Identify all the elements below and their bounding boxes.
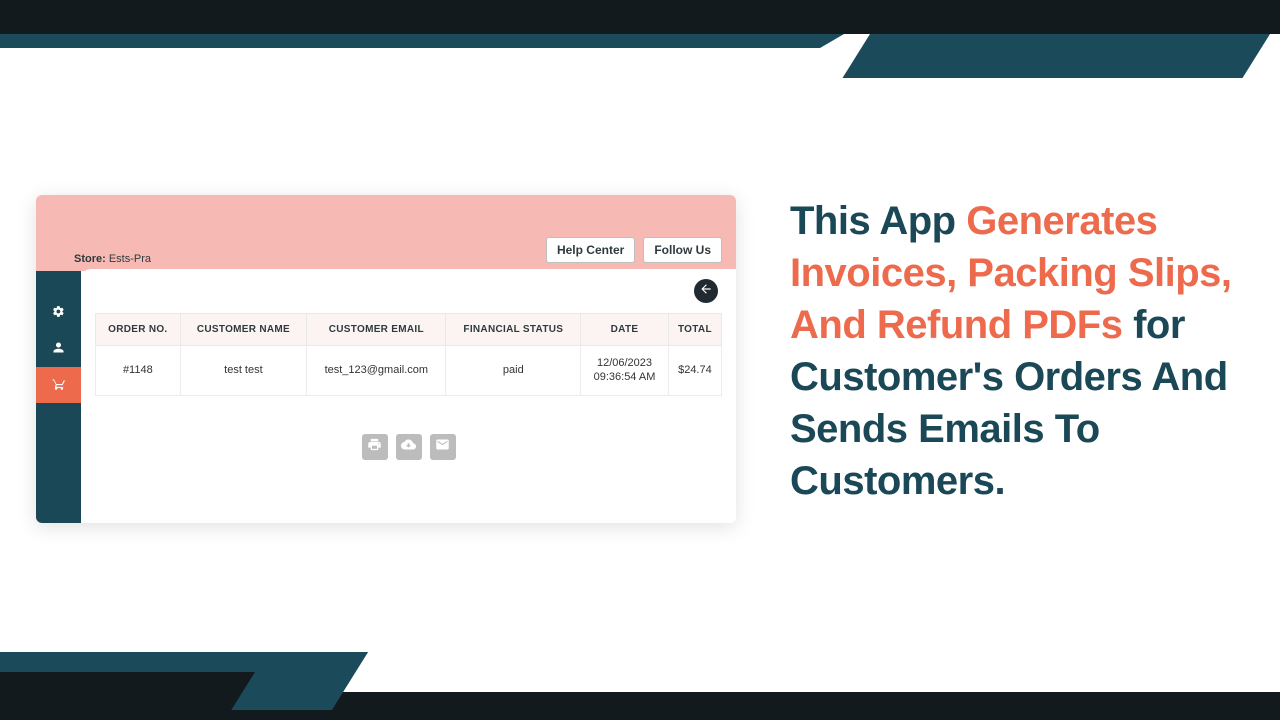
cell-financial-status: paid — [446, 346, 581, 396]
email-button[interactable] — [430, 434, 456, 460]
app-screenshot: Store: Ests-Pra Help Center Follow Us — [36, 195, 736, 523]
sidebar-item-customers[interactable] — [36, 331, 81, 367]
copy-part1: This App — [790, 199, 966, 243]
app-body: ORDER NO. CUSTOMER NAME CUSTOMER EMAIL F… — [36, 271, 736, 523]
table-row[interactable]: #1148 test test test_123@gmail.com paid … — [96, 346, 722, 396]
marketing-copy: This App Generates Invoices, Packing Sli… — [790, 195, 1244, 507]
follow-us-button[interactable]: Follow Us — [643, 237, 722, 263]
table-header-row: ORDER NO. CUSTOMER NAME CUSTOMER EMAIL F… — [96, 314, 722, 346]
cell-date-line1: 12/06/2023 — [585, 356, 664, 370]
col-date: DATE — [581, 314, 669, 346]
cell-customer-email: test_123@gmail.com — [307, 346, 446, 396]
action-icons — [95, 434, 722, 460]
main-panel: ORDER NO. CUSTOMER NAME CUSTOMER EMAIL F… — [81, 269, 736, 523]
download-button[interactable] — [396, 434, 422, 460]
print-icon — [367, 437, 382, 457]
app-header: Store: Ests-Pra Help Center Follow Us — [36, 195, 736, 271]
top-teal-stripe — [0, 34, 820, 48]
orders-table: ORDER NO. CUSTOMER NAME CUSTOMER EMAIL F… — [95, 313, 722, 396]
cloud-download-icon — [401, 437, 416, 457]
cell-date-line2: 09:36:54 AM — [585, 370, 664, 384]
user-icon — [51, 340, 66, 358]
arrow-left-icon — [699, 282, 713, 301]
header-buttons: Help Center Follow Us — [546, 237, 722, 263]
cart-icon — [52, 377, 66, 394]
sidebar-item-settings[interactable] — [36, 295, 81, 331]
store-prefix: Store: — [74, 253, 106, 265]
help-center-button[interactable]: Help Center — [546, 237, 635, 263]
email-icon — [435, 437, 450, 457]
cell-total: $24.74 — [668, 346, 721, 396]
col-customer-email: CUSTOMER EMAIL — [307, 314, 446, 346]
bottom-left-decoration — [0, 640, 360, 720]
col-order-no: ORDER NO. — [96, 314, 181, 346]
col-total: TOTAL — [668, 314, 721, 346]
sidebar-item-orders[interactable] — [36, 367, 81, 403]
cell-date: 12/06/2023 09:36:54 AM — [581, 346, 669, 396]
store-name: Ests-Pra — [109, 253, 151, 265]
sidebar — [36, 271, 81, 523]
back-button[interactable] — [694, 279, 718, 303]
store-label: Store: Ests-Pra — [74, 253, 151, 265]
col-customer-name: CUSTOMER NAME — [180, 314, 307, 346]
col-financial-status: FINANCIAL STATUS — [446, 314, 581, 346]
top-black-band — [0, 0, 1280, 34]
gear-icon — [52, 305, 65, 321]
cell-customer-name: test test — [180, 346, 307, 396]
print-button[interactable] — [362, 434, 388, 460]
cell-order-no: #1148 — [96, 346, 181, 396]
